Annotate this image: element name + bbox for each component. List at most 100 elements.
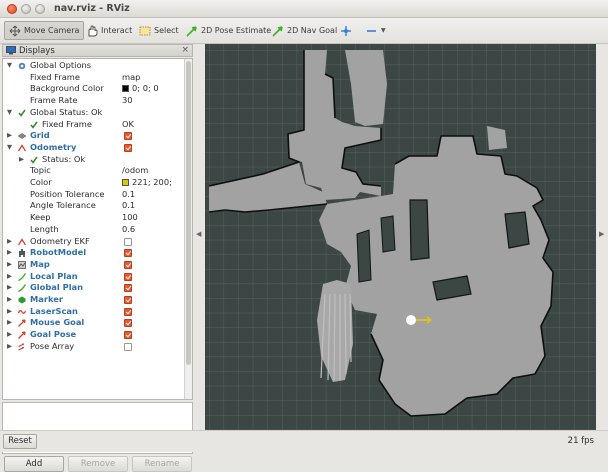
tree-row-color[interactable]: Color 221; 200; [3,177,185,189]
marker-enabled-checkbox[interactable] [124,296,132,304]
robotmodel-enabled-checkbox[interactable] [124,249,132,258]
row-label: Color [30,177,52,187]
add-tool-dropdown[interactable]: ▼ [362,21,390,40]
row-label: Grid [30,130,50,141]
tree-row-angle-tolerance[interactable]: Angle Tolerance 0.1 [3,200,185,212]
close-window-button[interactable] [7,4,17,14]
expand-arrow-icon[interactable]: ▼ [7,107,12,119]
tree-row-goal-pose[interactable]: ▶ Goal Pose [3,329,185,341]
row-value[interactable]: 0.1 [122,189,135,201]
tree-row-global-options[interactable]: ▼ Global Options [3,60,185,72]
laser-icon [18,309,26,314]
expand-arrow-icon[interactable]: ▼ [7,60,12,72]
row-value[interactable]: 221; 200; [122,177,172,189]
interact-tool[interactable]: Interact [82,21,136,40]
tree-row-pose-array[interactable]: ▶ Pose Array [3,341,185,353]
rename-button[interactable]: Rename [132,456,192,472]
grid-enabled-checkbox[interactable] [124,132,132,141]
tree-row-marker[interactable]: ▶ Marker [3,294,185,306]
tree-row-map[interactable]: ▶ Map [3,259,185,271]
tree-row-position-tolerance[interactable]: Position Tolerance 0.1 [3,189,185,201]
row-label: Local Plan [30,270,78,281]
tree-row-topic[interactable]: Topic /odom [3,165,185,177]
window-title: nav.rviz - RViz [54,3,130,14]
row-label: Global Plan [30,282,84,293]
move-camera-tool[interactable]: Move Camera [4,21,85,40]
expand-arrow-icon[interactable]: ▶ [7,282,12,294]
row-value[interactable]: /odom [122,165,148,177]
expand-arrow-icon[interactable]: ▶ [7,130,12,142]
add-button[interactable]: Add [4,456,64,472]
expand-arrow-icon[interactable]: ▶ [7,236,12,248]
collapse-right-icon[interactable]: ▶ [599,230,604,238]
mouse-goal-enabled-checkbox[interactable] [124,319,132,328]
gear-icon [18,62,26,70]
expand-arrow-icon[interactable]: ▶ [19,154,24,166]
row-value[interactable]: 0.1 [122,200,135,212]
close-icon[interactable]: × [181,45,189,55]
row-value[interactable]: 30 [122,95,133,107]
tree-row-length[interactable]: Length 0.6 [3,224,185,236]
tree-row-frame-rate[interactable]: Frame Rate 30 [3,95,185,107]
map-enabled-checkbox[interactable] [124,260,132,269]
panel-splitter[interactable]: ◀ [193,44,205,430]
tree-row-robotmodel[interactable]: ▶ RobotModel [3,247,185,259]
tree-row-keep[interactable]: Keep 100 [3,212,185,224]
expand-arrow-icon[interactable]: ▶ [7,294,12,306]
remove-button[interactable]: Remove [68,456,128,472]
row-value[interactable]: 0.6 [122,224,135,236]
tree-row-local-plan[interactable]: ▶ Local Plan [3,271,185,283]
select-tool[interactable]: Select [135,21,183,40]
color-value: 221; 200; [132,177,172,187]
goal-arrow-icon [18,319,26,328]
publish-point-tool[interactable] [336,21,356,40]
odometry-enabled-checkbox[interactable] [124,143,132,152]
laserscan-enabled-checkbox[interactable] [124,307,132,316]
expand-arrow-icon[interactable]: ▶ [7,317,12,329]
expand-arrow-icon[interactable]: ▶ [7,247,12,259]
status-bar: Reset 21 fps [0,430,608,452]
pose-estimate-tool[interactable]: 2D Pose Estimate [182,21,275,40]
tree-row-odometry[interactable]: ▼ Odometry [3,142,185,154]
row-value[interactable]: 0; 0; 0 [122,83,159,95]
expand-arrow-icon[interactable]: ▶ [7,341,12,353]
tree-row-odometry-status[interactable]: ▶ Status: Ok [3,154,185,166]
tree-row-fixed-frame[interactable]: Fixed Frame map [3,72,185,84]
nav-goal-tool[interactable]: 2D Nav Goal [268,21,341,40]
tree-row-grid[interactable]: ▶ Grid [3,130,185,142]
right-splitter[interactable]: ▶ [596,44,608,430]
pose-array-enabled-checkbox[interactable] [124,342,132,351]
row-label: Topic [30,165,51,176]
tree-row-global-plan[interactable]: ▶ Global Plan [3,282,185,294]
reset-button[interactable]: Reset [3,434,37,449]
local-plan-enabled-checkbox[interactable] [124,272,132,281]
tree-scrollbar-thumb[interactable] [186,61,191,365]
tree-row-status-fixed-frame[interactable]: Fixed Frame OK [3,119,185,131]
collapse-left-icon[interactable]: ◀ [196,230,201,238]
expand-arrow-icon[interactable]: ▼ [7,142,12,154]
expand-arrow-icon[interactable]: ▶ [7,259,12,271]
tree-row-background-color[interactable]: Background Color 0; 0; 0 [3,83,185,95]
global-plan-enabled-checkbox[interactable] [124,284,132,293]
tree-row-global-status[interactable]: ▼ Global Status: Ok [3,107,185,119]
odometry-ekf-enabled-checkbox[interactable] [124,237,132,246]
tree-row-odometry-ekf[interactable]: ▶ Odometry EKF [3,236,185,248]
render-viewport[interactable] [205,44,596,430]
path-icon [18,284,26,293]
expand-arrow-icon[interactable]: ▶ [7,306,12,318]
odometry-icon [18,237,26,245]
tree-scrollbar[interactable] [184,59,192,399]
row-label: Pose Array [30,340,75,351]
displays-tree[interactable]: ▼ Global Options Fixed Frame map Backgro… [2,58,193,400]
tree-row-laserscan[interactable]: ▶ LaserScan [3,306,185,318]
row-value[interactable]: 100 [122,212,138,224]
minimize-window-button[interactable] [21,4,31,14]
goal-pose-enabled-checkbox[interactable] [124,331,132,340]
maximize-window-button[interactable] [35,4,45,14]
expand-arrow-icon[interactable]: ▶ [7,329,12,341]
tree-row-mouse-goal[interactable]: ▶ Mouse Goal [3,317,185,329]
check-icon [18,109,26,117]
pose-array-icon [18,343,25,351]
expand-arrow-icon[interactable]: ▶ [7,271,12,283]
row-value[interactable]: map [122,72,140,84]
